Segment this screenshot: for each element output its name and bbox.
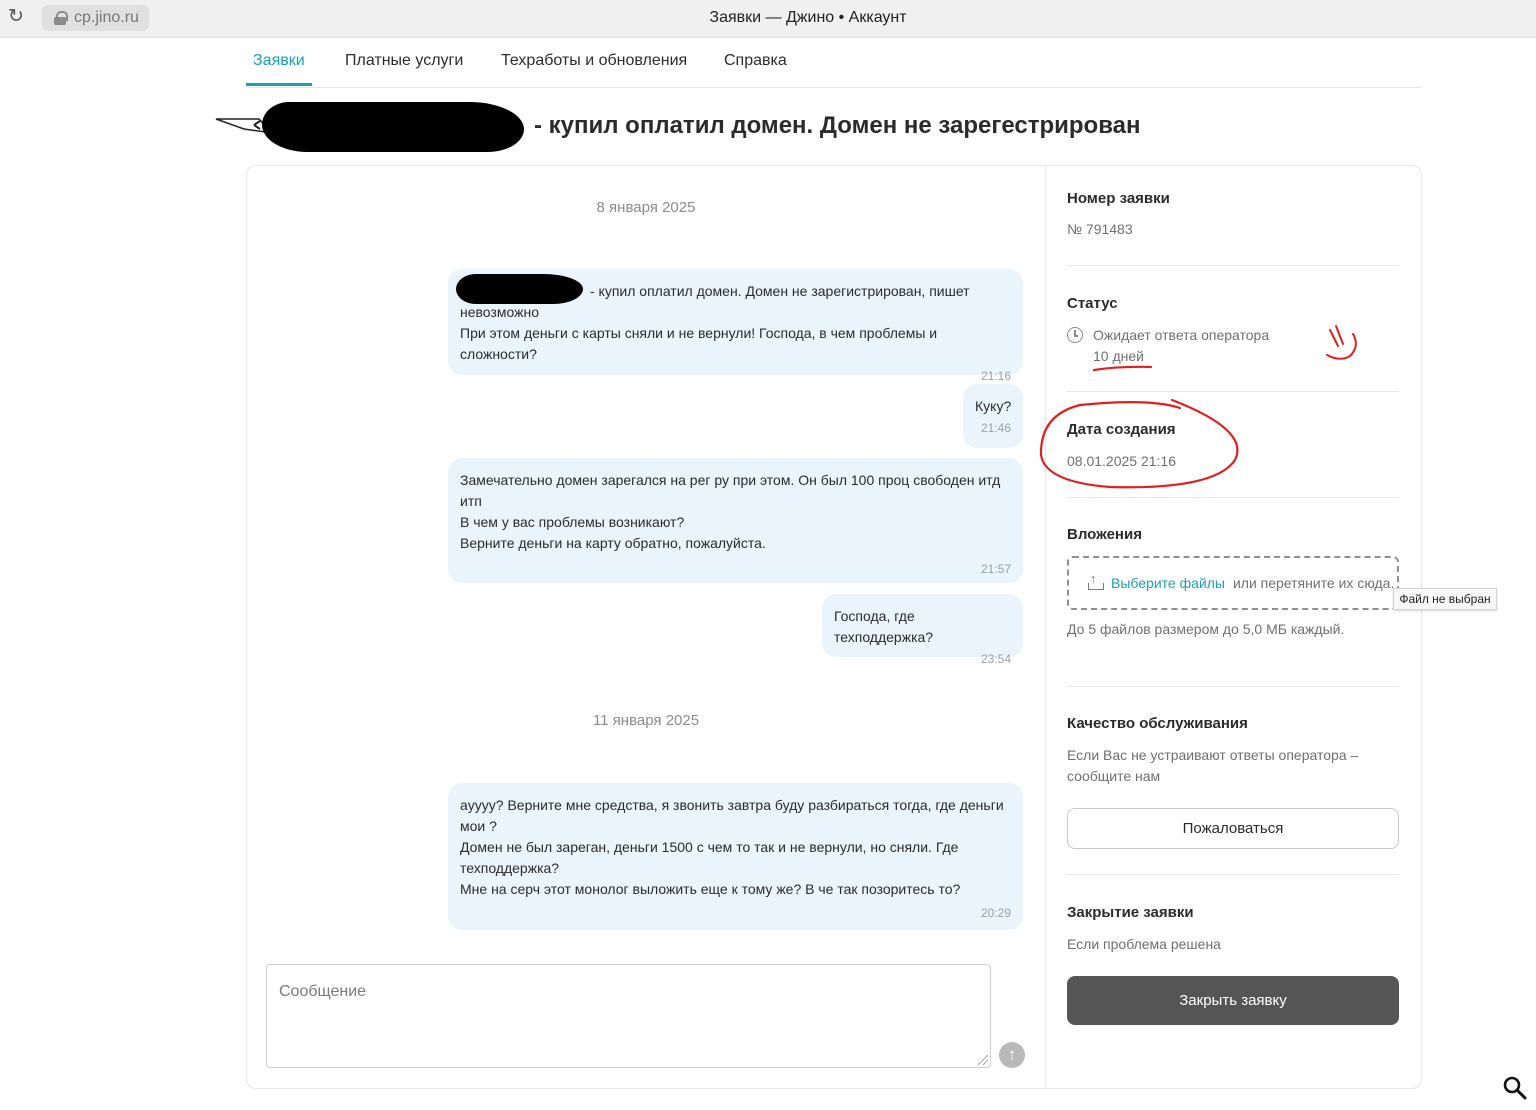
tab-maintenance[interactable]: Техработы и обновления xyxy=(501,52,687,70)
message-time: 21:16 xyxy=(980,369,1011,383)
status-age: 10 дней xyxy=(1093,348,1144,364)
window-title: Заявки — Джино • Аккаунт xyxy=(709,9,907,26)
message-text: Господа, где техподдержка? xyxy=(834,608,934,645)
message-text: ayyyy? Верните мне средства, я звонить з… xyxy=(460,797,1004,897)
attachments-heading: Вложения xyxy=(1067,526,1142,543)
clock-icon xyxy=(1067,327,1083,343)
message-bubble: - купил оплатил домен. Домен не зарегист… xyxy=(448,269,1023,383)
status-heading: Статус xyxy=(1067,295,1118,312)
message-bubble: ayyyy? Верните мне средства, я звонить з… xyxy=(448,783,1023,930)
quality-heading: Качество обслуживания xyxy=(1067,715,1248,732)
message-time: 21:46 xyxy=(980,421,1011,435)
active-tab-indicator xyxy=(246,83,312,86)
created-date-heading: Дата создания xyxy=(1067,421,1176,438)
close-ticket-heading: Закрытие заявки xyxy=(1067,904,1194,921)
message-bubble: Куку? 21:46 xyxy=(963,384,1023,448)
message-text: Куку? xyxy=(975,398,1012,414)
ticket-number-value: № 791483 xyxy=(1067,221,1133,237)
browser-toolbar: ↻ cp.jino.ru Заявки — Джино • Аккаунт xyxy=(0,0,1536,38)
upload-icon xyxy=(1087,571,1104,591)
divider xyxy=(1067,497,1399,498)
page-title: - купил оплатил домен. Домен не зарегест… xyxy=(534,112,1141,139)
created-date-value: 08.01.2025 21:16 xyxy=(1067,453,1176,469)
close-ticket-button[interactable]: Закрыть заявку xyxy=(1067,976,1399,1025)
message-bubble: Замечательно домен зарегался на рег ру п… xyxy=(448,458,1023,583)
resize-handle[interactable] xyxy=(978,1055,988,1065)
tab-help[interactable]: Справка xyxy=(724,52,787,70)
message-input[interactable]: Сообщение xyxy=(266,964,991,1068)
quality-text: Если Вас не устраивают ответы оператора … xyxy=(1067,747,1359,784)
divider xyxy=(1067,265,1399,266)
file-dropzone[interactable]: Выберите файлы или перетяните их сюда. xyxy=(1067,556,1399,610)
panel-divider xyxy=(1045,165,1046,1089)
redaction-mark xyxy=(262,102,524,152)
status-value: Ожидает ответа оператора xyxy=(1093,327,1270,343)
ticket-number-heading: Номер заявки xyxy=(1067,190,1170,207)
message-time: 23:54 xyxy=(980,652,1011,666)
search-icon[interactable] xyxy=(1502,1075,1528,1101)
complain-button[interactable]: Пожаловаться xyxy=(1067,808,1399,849)
close-ticket-text: Если проблема решена xyxy=(1067,936,1221,952)
divider xyxy=(1067,874,1399,875)
choose-files-link[interactable]: Выберите файлы xyxy=(1111,575,1225,591)
dropzone-hint: или перетяните их сюда. xyxy=(1232,575,1395,591)
message-text: Замечательно домен зарегался на рег ру п… xyxy=(460,472,1001,551)
divider xyxy=(1067,391,1399,392)
redaction-mark xyxy=(456,274,583,304)
divider xyxy=(1067,686,1399,687)
main-nav: Заявки Платные услуги Техработы и обновл… xyxy=(246,38,1422,88)
ticket-title-row: - купил оплатил домен. Домен не зарегест… xyxy=(214,100,1194,156)
message-time: 21:57 xyxy=(980,562,1011,576)
send-icon[interactable]: ↑ xyxy=(999,1042,1025,1068)
message-time: 20:29 xyxy=(980,906,1011,920)
message-bubble: Господа, где техподдержка? 23:54 xyxy=(822,594,1023,666)
tab-tickets[interactable]: Заявки xyxy=(253,52,305,70)
message-placeholder: Сообщение xyxy=(279,983,367,1000)
attachment-limit: До 5 файлов размером до 5,0 МБ каждый. xyxy=(1067,621,1345,637)
tab-paid-services[interactable]: Платные услуги xyxy=(345,52,463,70)
file-tooltip: Файл не выбран xyxy=(1393,588,1497,610)
date-separator: 11 января 2025 xyxy=(592,712,700,729)
date-separator: 8 января 2025 xyxy=(596,199,696,216)
